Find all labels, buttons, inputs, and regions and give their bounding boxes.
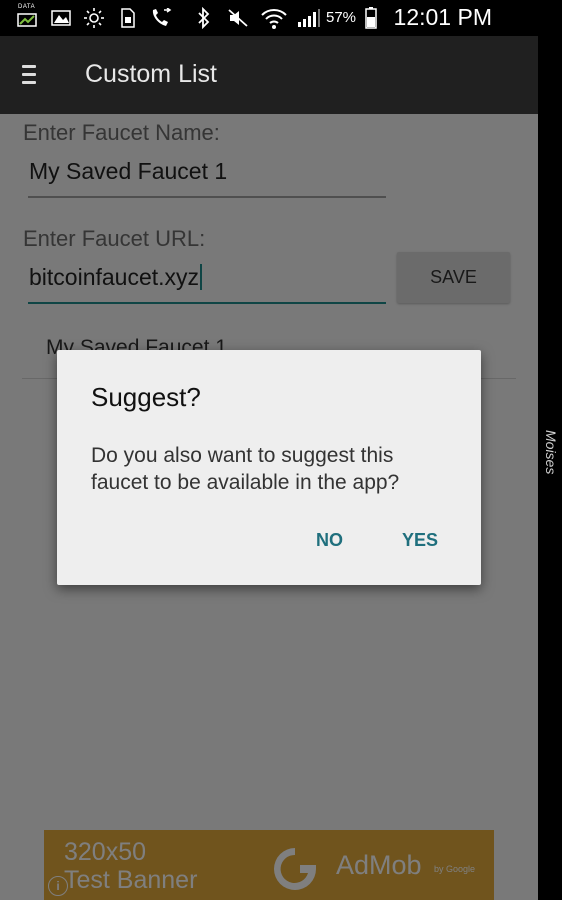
- suggest-dialog: Suggest? Do you also want to suggest thi…: [57, 350, 481, 585]
- menu-icon[interactable]: [22, 60, 48, 90]
- data-signal-icon: [16, 6, 38, 30]
- dialog-title: Suggest?: [91, 382, 201, 412]
- side-label: Moises: [543, 430, 559, 475]
- clock: 12:01 PM: [393, 4, 492, 30]
- bluetooth-icon: [194, 6, 214, 30]
- no-button[interactable]: NO: [312, 524, 347, 557]
- status-bar: DATA 57% 12:01 PM: [0, 0, 562, 36]
- signal-icon: [296, 6, 322, 30]
- mute-icon: [226, 6, 250, 30]
- sim-icon: [117, 6, 139, 30]
- battery-percent: 57%: [326, 9, 357, 26]
- yes-button[interactable]: YES: [398, 524, 442, 557]
- brightness-icon: [83, 6, 105, 30]
- wifi-icon: [261, 6, 287, 30]
- app-screen: Custom List Enter Faucet Name: My Saved …: [0, 0, 538, 900]
- app-bar: Custom List: [0, 36, 538, 114]
- battery-icon: [364, 6, 378, 30]
- dialog-message: Do you also want to suggest this faucet …: [91, 444, 400, 494]
- gallery-icon: [50, 6, 72, 30]
- page-title: Custom List: [85, 60, 217, 88]
- call-icon: [149, 6, 173, 30]
